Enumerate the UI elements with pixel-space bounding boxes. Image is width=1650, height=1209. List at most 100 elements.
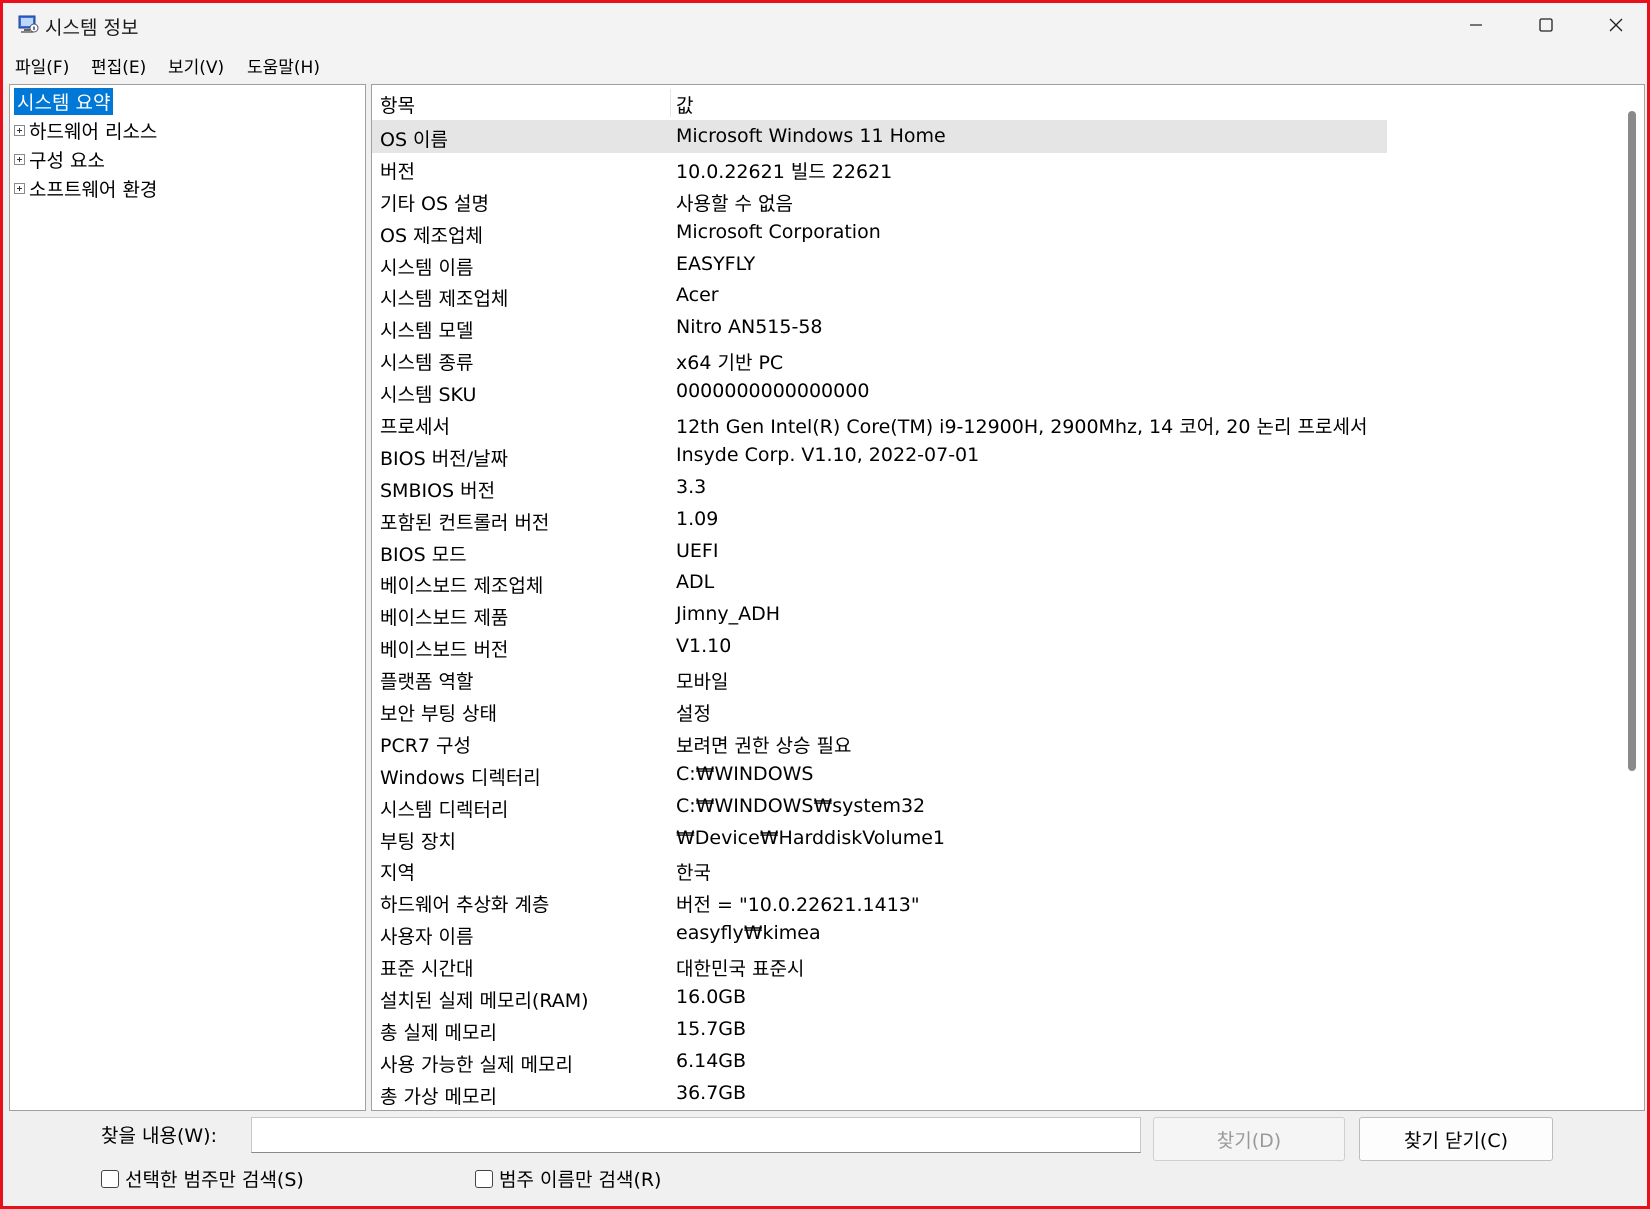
row-item-name: 시스템 이름 xyxy=(380,256,474,279)
row-item-value: Microsoft Windows 11 Home xyxy=(676,125,946,147)
row-item-name: 총 가상 메모리 xyxy=(380,1085,497,1108)
search-selected-category-checkbox[interactable]: 선택한 범주만 검색(S) xyxy=(101,1165,304,1192)
tree-item-label: 시스템 요약 xyxy=(14,87,114,115)
row-item-value: Nitro AN515-58 xyxy=(676,316,823,339)
menu-help[interactable]: 도움말(H) xyxy=(247,53,320,78)
table-row[interactable]: 시스템 모델 Nitro AN515-58 xyxy=(372,312,1387,344)
row-item-value: ADL xyxy=(676,571,715,594)
row-item-name: Windows 디렉터리 xyxy=(380,766,541,789)
table-row[interactable]: SMBIOS 버전 3.3 xyxy=(372,472,1387,504)
table-row[interactable]: 시스템 제조업체 Acer xyxy=(372,280,1387,312)
row-item-value: Acer xyxy=(676,284,719,307)
tree-item-software-environment[interactable]: 소프트웨어 환경 xyxy=(14,174,157,202)
row-item-name: 포함된 컨트롤러 버전 xyxy=(380,511,550,534)
search-category-names-checkbox[interactable]: 범주 이름만 검색(R) xyxy=(475,1165,661,1192)
row-item-name: BIOS 버전/날짜 xyxy=(380,447,509,470)
tree-item-system-summary[interactable]: 시스템 요약 xyxy=(14,87,114,115)
table-row[interactable]: OS 이름 Microsoft Windows 11 Home xyxy=(372,121,1387,153)
table-row[interactable]: 베이스보드 제조업체 ADL xyxy=(372,567,1387,599)
table-row[interactable]: 시스템 SKU 0000000000000000 xyxy=(372,376,1387,408)
table-row[interactable]: Windows 디렉터리 C:₩WINDOWS xyxy=(372,759,1387,791)
row-item-name: 기타 OS 설명 xyxy=(380,192,490,215)
table-row[interactable]: 표준 시간대 대한민국 표준시 xyxy=(372,950,1387,982)
table-row[interactable]: 사용자 이름 easyfly₩kimea xyxy=(372,918,1387,950)
row-item-name: 플랫폼 역할 xyxy=(380,671,474,694)
list-body: OS 이름 Microsoft Windows 11 Home 버전 10.0.226… xyxy=(372,121,1387,1110)
table-row[interactable]: 베이스보드 제품 Jimny_ADH xyxy=(372,599,1387,631)
row-item-value: 3.3 xyxy=(676,475,707,498)
table-row[interactable]: 설치된 실제 메모리(RAM) 16.0GB xyxy=(372,982,1387,1014)
find-button[interactable]: 찾기(D) xyxy=(1153,1117,1345,1161)
table-row[interactable]: 하드웨어 추상화 계층 버전 = "10.0.22621.1413" xyxy=(372,886,1387,918)
menu-bar: 파일(F) 편집(E) 보기(V) 도움말(H) xyxy=(3,47,1647,83)
row-item-name: 표준 시간대 xyxy=(380,958,474,981)
row-item-name: 프로세서 xyxy=(380,416,450,439)
row-item-value: Insyde Corp. V1.10, 2022-07-01 xyxy=(676,443,980,466)
row-item-value: 10.0.22621 빌드 22621 xyxy=(676,160,893,183)
table-row[interactable]: 총 실제 메모리 15.7GB xyxy=(372,1014,1387,1046)
minimize-button[interactable] xyxy=(1441,3,1511,47)
checkbox-label: 선택한 범주만 검색(S) xyxy=(125,1169,304,1191)
table-row[interactable]: 시스템 디렉터리 C:₩WINDOWS₩system32 xyxy=(372,791,1387,823)
details-list[interactable]: 항목 값 OS 이름 Microsoft Windows 11 Home 버전 10.… xyxy=(371,84,1645,1111)
column-divider[interactable] xyxy=(670,89,671,117)
tree-item-components[interactable]: 구성 요소 xyxy=(14,145,105,173)
row-item-name: SMBIOS 버전 xyxy=(380,479,496,502)
menu-view[interactable]: 보기(V) xyxy=(168,53,224,78)
row-item-value: 16.0GB xyxy=(676,986,747,1009)
table-row[interactable]: 총 가상 메모리 36.7GB xyxy=(372,1078,1387,1110)
table-row[interactable]: 포함된 컨트롤러 버전 1.09 xyxy=(372,504,1387,536)
table-row[interactable]: PCR7 구성 보려면 권한 상승 필요 xyxy=(372,727,1387,759)
row-item-value: ₩Device₩HarddiskVolume1 xyxy=(676,826,946,849)
table-row[interactable]: 보안 부팅 상태 설정 xyxy=(372,695,1387,727)
row-item-value: x64 기반 PC xyxy=(676,352,784,375)
table-row[interactable]: 사용 가능한 실제 메모리 6.14GB xyxy=(372,1046,1387,1078)
checkbox-box[interactable] xyxy=(101,1169,119,1188)
minimize-icon xyxy=(1470,24,1482,26)
table-row[interactable]: 기타 OS 설명 사용할 수 없음 xyxy=(372,185,1387,217)
row-item-value: C:₩WINDOWS₩system32 xyxy=(676,794,926,817)
scrollbar-thumb[interactable] xyxy=(1628,111,1636,771)
expand-icon[interactable] xyxy=(14,153,25,165)
expand-icon[interactable] xyxy=(14,124,25,136)
column-header-item[interactable]: 항목 xyxy=(380,91,415,118)
row-item-name: 시스템 제조업체 xyxy=(380,288,509,311)
table-row[interactable]: BIOS 버전/날짜 Insyde Corp. V1.10, 2022-07-01 xyxy=(372,440,1387,472)
row-item-value: 6.14GB xyxy=(676,1049,747,1072)
column-header-value[interactable]: 값 xyxy=(676,91,693,118)
tree-item-hardware-resources[interactable]: 하드웨어 리소스 xyxy=(14,116,157,144)
table-row[interactable]: 지역 한국 xyxy=(372,854,1387,886)
table-row[interactable]: 플랫폼 역할 모바일 xyxy=(372,663,1387,695)
vertical-scrollbar[interactable] xyxy=(1620,85,1642,1110)
table-row[interactable]: 프로세서 12th Gen Intel(R) Core(TM) i9-12900H… xyxy=(372,408,1387,440)
table-row[interactable]: 시스템 종류 x64 기반 PC xyxy=(372,344,1387,376)
row-item-value: 사용할 수 없음 xyxy=(676,192,793,215)
checkbox-box[interactable] xyxy=(475,1169,493,1188)
menu-edit[interactable]: 편집(E) xyxy=(91,53,146,78)
row-item-value: Microsoft Corporation xyxy=(676,220,881,243)
row-item-name: PCR7 구성 xyxy=(380,734,472,757)
table-row[interactable]: 부팅 장치 ₩Device₩HarddiskVolume1 xyxy=(372,823,1387,855)
checkbox-label: 범주 이름만 검색(R) xyxy=(499,1169,662,1191)
close-button[interactable] xyxy=(1581,3,1650,47)
row-item-value: EASYFLY xyxy=(676,252,756,275)
table-row[interactable]: OS 제조업체 Microsoft Corporation xyxy=(372,217,1387,249)
table-row[interactable]: BIOS 모드 UEFI xyxy=(372,536,1387,568)
search-label: 찾을 내용(W): xyxy=(101,1125,217,1147)
row-item-name: 사용 가능한 실제 메모리 xyxy=(380,1053,573,1076)
menu-file[interactable]: 파일(F) xyxy=(15,53,69,78)
table-row[interactable]: 버전 10.0.22621 빌드 22621 xyxy=(372,153,1387,185)
row-item-name: BIOS 모드 xyxy=(380,543,467,566)
title-bar[interactable]: 시스템 정보 xyxy=(3,3,1647,47)
row-item-value: easyfly₩kimea xyxy=(676,922,821,945)
row-item-value: 12th Gen Intel(R) Core(TM) i9-12900H, 29… xyxy=(676,416,1368,439)
row-item-name: 부팅 장치 xyxy=(380,830,456,853)
search-input[interactable] xyxy=(251,1117,1141,1153)
maximize-button[interactable] xyxy=(1511,3,1581,47)
maximize-icon xyxy=(1539,18,1553,32)
table-row[interactable]: 베이스보드 버전 V1.10 xyxy=(372,631,1387,663)
close-find-button[interactable]: 찾기 닫기(C) xyxy=(1359,1117,1553,1161)
expand-icon[interactable] xyxy=(14,182,25,194)
category-tree[interactable]: 시스템 요약 하드웨어 리소스 구성 요소 소프트웨어 환경 xyxy=(9,84,366,1111)
table-row[interactable]: 시스템 이름 EASYFLY xyxy=(372,249,1387,281)
